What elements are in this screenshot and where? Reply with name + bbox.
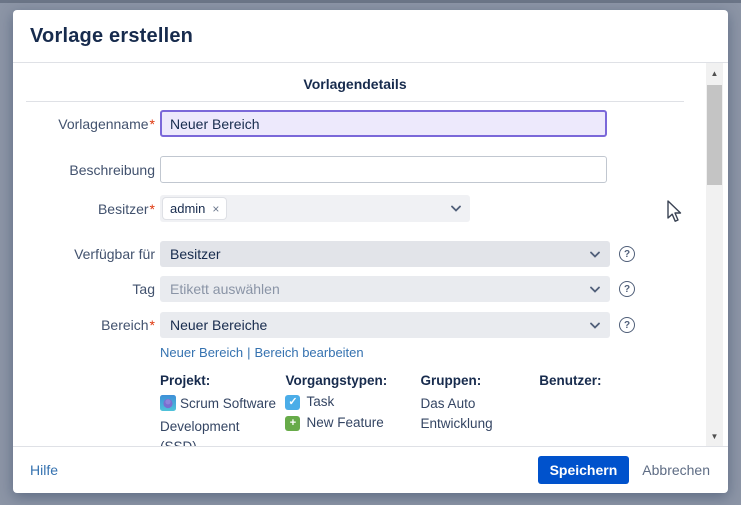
chevron-down-icon <box>590 286 600 293</box>
required-asterisk: * <box>149 115 155 132</box>
dialog-title: Vorlage erstellen <box>30 25 194 47</box>
besitzer-chip-admin: admin × <box>163 198 227 219</box>
vorgangstypen-header: Vorgangstypen: <box>285 373 388 388</box>
help-icon[interactable]: ? <box>619 281 635 297</box>
gruppen-header: Gruppen: <box>420 373 482 388</box>
vorgangstypen-column: Vorgangstypen: ✓ Task + New Feature <box>285 373 420 446</box>
modal-backdrop: Vorlage erstellen Vorlagendetails Vorlag… <box>0 0 741 505</box>
chevron-down-icon <box>451 205 461 212</box>
chevron-down-icon <box>590 251 600 258</box>
tag-placeholder: Etikett auswählen <box>170 281 280 297</box>
benutzer-header: Benutzer: <box>539 373 602 388</box>
issue-type-new-feature: + New Feature <box>285 415 420 431</box>
beschreibung-label: Beschreibung <box>69 161 155 178</box>
tag-row: Tag Etikett auswählen ? <box>26 276 684 302</box>
besitzer-select[interactable]: admin × <box>160 195 470 222</box>
beschreibung-row: Beschreibung <box>26 156 684 183</box>
scrollbar-up-arrow[interactable]: ▲ <box>706 65 723 81</box>
link-separator: | <box>247 345 251 360</box>
help-link[interactable]: Hilfe <box>30 462 58 478</box>
projekt-value: Scrum Software Development (SSD) <box>160 394 280 447</box>
gruppen-column: Gruppen: Das Auto Entwicklung <box>420 373 540 446</box>
besitzer-row: Besitzer* admin × <box>26 195 684 222</box>
vorlagenname-label-text: Vorlagenname <box>58 115 149 132</box>
projekt-name: Scrum Software Development (SSD) <box>160 396 277 447</box>
besitzer-label: Besitzer* <box>26 201 155 217</box>
projekt-header: Projekt: <box>160 373 211 388</box>
save-button[interactable]: Speichern <box>537 455 630 484</box>
bereich-select[interactable]: Neuer Bereiche <box>160 312 610 338</box>
help-icon[interactable]: ? <box>619 246 635 262</box>
selected-value: Besitzer <box>170 246 221 262</box>
benutzer-column: Benutzer: <box>539 373 684 446</box>
beschreibung-input[interactable] <box>160 156 607 183</box>
bereich-label-text: Bereich <box>101 317 149 333</box>
neuer-bereich-link[interactable]: Neuer Bereich <box>160 345 243 360</box>
verfuegbar-fuer-label: Verfügbar für <box>74 246 155 262</box>
vorlagenname-row: Vorlagenname* <box>26 110 684 137</box>
scrollbar-thumb[interactable] <box>707 85 722 185</box>
template-form: Vorlagenname* Beschreibung Besitzer* adm… <box>26 102 684 447</box>
chip-label: admin <box>170 201 206 216</box>
gruppen-value: Das Auto Entwicklung <box>420 396 493 431</box>
vorlagenname-input[interactable] <box>160 110 607 137</box>
new-feature-icon: + <box>285 415 301 431</box>
footer-actions: Speichern Abbrechen <box>537 455 710 484</box>
tag-select[interactable]: Etikett auswählen <box>160 276 610 302</box>
bereich-label: Bereich* <box>26 317 155 333</box>
vorlagenname-label: Vorlagenname* <box>26 116 155 132</box>
bereich-links: Neuer Bereich | Bereich bearbeiten <box>160 345 684 360</box>
selected-value: Neuer Bereiche <box>170 317 268 333</box>
verfuegbar-fuer-row: Verfügbar für Besitzer ? <box>26 241 684 267</box>
issue-type-task: ✓ Task <box>285 394 420 410</box>
issue-type-label: Task <box>306 394 335 409</box>
dialog-header: Vorlage erstellen <box>13 10 728 62</box>
bereich-row: Bereich* Neuer Bereiche ? <box>26 312 684 338</box>
project-avatar-icon <box>160 395 176 417</box>
required-asterisk: * <box>149 317 155 333</box>
verfuegbar-fuer-select[interactable]: Besitzer <box>160 241 610 267</box>
scrollbar-down-arrow[interactable]: ▼ <box>706 428 723 444</box>
dialog-scroll-area: Vorlagendetails Vorlagenname* Beschreibu… <box>13 62 728 447</box>
cancel-link[interactable]: Abbrechen <box>642 462 710 478</box>
dialog-footer: Hilfe Speichern Abbrechen <box>13 447 728 492</box>
chevron-down-icon <box>590 322 600 329</box>
task-icon: ✓ <box>285 394 301 410</box>
issue-type-label: New Feature <box>306 415 384 430</box>
bereich-bearbeiten-link[interactable]: Bereich bearbeiten <box>255 345 364 360</box>
create-template-dialog: Vorlage erstellen Vorlagendetails Vorlag… <box>13 10 728 493</box>
besitzer-label-text: Besitzer <box>97 200 149 217</box>
projekt-column: Projekt: Scrum Software Development (SSD… <box>160 373 285 447</box>
section-header: Vorlagendetails <box>26 63 684 102</box>
form-content: Vorlagendetails Vorlagenname* Beschreibu… <box>13 63 697 447</box>
required-asterisk: * <box>149 200 155 217</box>
template-scope-info: Projekt: Scrum Software Development (SSD… <box>160 373 684 447</box>
vertical-scrollbar[interactable]: ▲ ▼ <box>706 63 723 446</box>
tag-label: Tag <box>132 281 155 297</box>
chip-remove-icon[interactable]: × <box>212 203 219 215</box>
help-icon[interactable]: ? <box>619 317 635 333</box>
